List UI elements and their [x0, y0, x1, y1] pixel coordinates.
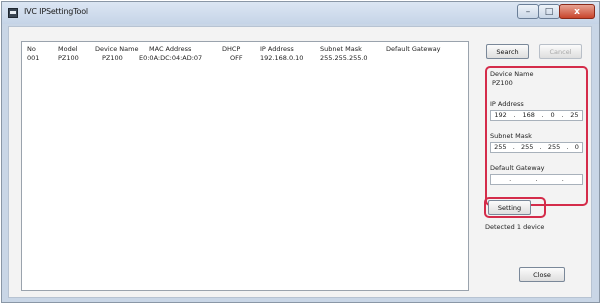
app-icon [8, 8, 18, 18]
device-list[interactable]: No Model Device Name MAC Address DHCP IP… [21, 41, 469, 291]
cell-dhcp: OFF [230, 54, 243, 62]
column-header-subnet-mask[interactable]: Subnet Mask [320, 45, 362, 53]
column-header-ip-address[interactable]: IP Address [260, 45, 294, 53]
title-bar[interactable]: IVC IPSettingTool – □ x [2, 2, 599, 24]
column-header-device-name[interactable]: Device Name [95, 45, 138, 53]
table-row[interactable]: 001 PZ100 PZ100 E0:0A:DC:04:AD:07 OFF 19… [22, 54, 468, 64]
window-controls: – □ x [517, 4, 595, 20]
device-name-field[interactable]: PZ100 [490, 79, 583, 90]
cell-ip-address: 192.168.0.10 [260, 54, 304, 62]
ip-address-field[interactable]: 192. 168. 0. 25 [490, 110, 583, 121]
cell-no: 001 [27, 54, 40, 62]
column-header-dhcp[interactable]: DHCP [222, 45, 240, 53]
close-button[interactable]: Close [519, 267, 565, 282]
window-title: IVC IPSettingTool [24, 7, 88, 16]
default-gateway-label: Default Gateway [490, 164, 545, 172]
setting-button[interactable]: Setting [488, 200, 531, 215]
subnet-octet-1: 255 [494, 143, 507, 151]
subnet-mask-label: Subnet Mask [490, 132, 532, 140]
device-name-label: Device Name [490, 70, 534, 78]
cell-subnet-mask: 255.255.255.0 [320, 54, 368, 62]
cancel-button[interactable]: Cancel [539, 44, 582, 59]
settings-column: Search Cancel Device Name PZ100 IP Addre… [481, 27, 593, 297]
column-header-no[interactable]: No [27, 45, 36, 53]
cell-model: PZ100 [58, 54, 79, 62]
status-text: Detected 1 device [485, 223, 545, 231]
ip-address-label: IP Address [490, 100, 524, 108]
device-settings-panel: Device Name PZ100 IP Address 192. 168. 0… [485, 66, 588, 206]
subnet-octet-4: 0 [574, 143, 579, 151]
ip-octet-4: 25 [570, 111, 579, 119]
search-button[interactable]: Search [486, 44, 529, 59]
cell-device-name: PZ100 [102, 54, 123, 62]
column-header-model[interactable]: Model [58, 45, 78, 53]
maximize-button[interactable]: □ [538, 4, 560, 19]
subnet-mask-field[interactable]: 255. 255. 255. 0 [490, 142, 583, 153]
column-header-default-gateway[interactable]: Default Gateway [386, 45, 441, 53]
ip-octet-1: 192 [494, 111, 507, 119]
ip-octet-3: 0 [550, 111, 555, 119]
app-window: IVC IPSettingTool – □ x No Model Device … [1, 1, 600, 303]
minimize-button[interactable]: – [517, 4, 539, 19]
default-gateway-field[interactable]: . . . [490, 174, 583, 185]
client-area: No Model Device Name MAC Address DHCP IP… [8, 26, 592, 298]
close-window-button[interactable]: x [559, 4, 595, 19]
ip-octet-2: 168 [522, 111, 535, 119]
subnet-octet-3: 255 [547, 143, 561, 151]
cell-mac-address: E0:0A:DC:04:AD:07 [139, 54, 203, 62]
column-header-mac-address[interactable]: MAC Address [149, 45, 191, 53]
subnet-octet-2: 255 [520, 143, 534, 151]
